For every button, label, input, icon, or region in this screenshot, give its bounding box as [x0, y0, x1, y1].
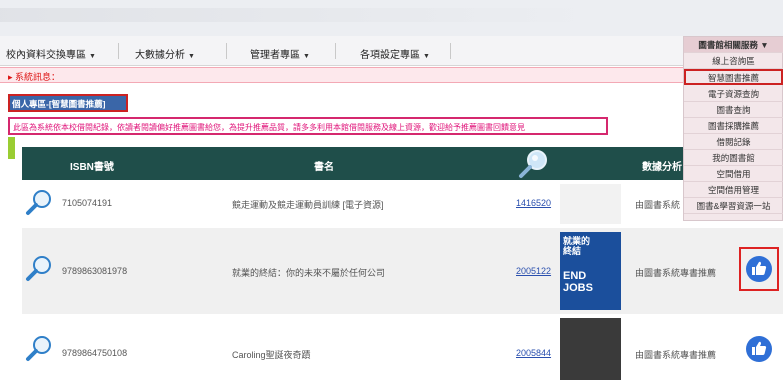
isbn-value: 7105074191 — [62, 198, 113, 208]
nav-divider — [118, 43, 119, 59]
nav-label: 校內資料交換專區 — [6, 50, 86, 61]
menu-item-my-library[interactable]: 我的圖書館 — [684, 150, 783, 166]
isbn-value: 9789863081978 — [62, 266, 128, 276]
caret-down-icon: ▼ — [303, 53, 310, 60]
menu-item-space-booking[interactable]: 空間借用 — [684, 166, 783, 182]
nav-label: 各項設定專區 — [360, 50, 420, 61]
recommendation-notice: 此區為系統依本校借閱紀錄，依讀者閱讀偏好推薦圖書給您，為提升推薦品質，請多多利用… — [8, 117, 608, 135]
cover-title: 就業的 終結 — [563, 236, 591, 256]
caret-down-icon: ▼ — [89, 53, 96, 60]
nav-label: 大數據分析 — [135, 50, 185, 61]
book-title: 競走運動及競走運動員訓練 [電子資源] — [232, 200, 384, 210]
menu-item-online-consult[interactable]: 線上咨詢區 — [684, 53, 783, 69]
menu-item-borrow-record[interactable]: 借閱記錄 — [684, 134, 783, 150]
nav-item-settings[interactable]: 各項設定專區 ▼ — [360, 46, 430, 61]
magnifier-icon[interactable] — [24, 334, 54, 367]
menu-item-one-stop[interactable]: 圖書&學習資源一站 — [684, 198, 783, 214]
table-header: ISBN書號 書名 數據分析 — [22, 147, 783, 180]
table-row: 9789863081978 就業的終結：你的未來不屬於任何公司 2005122 … — [22, 228, 783, 314]
nav-divider — [335, 43, 336, 59]
triangle-icon: ▸ — [8, 72, 13, 82]
thumbs-up-icon — [752, 341, 767, 355]
header-source: 數據分析 — [642, 162, 682, 173]
call-number-link[interactable]: 2005844 — [516, 348, 551, 358]
caret-down-icon: ▼ — [423, 53, 430, 60]
source-text: 由圖書系統 — [635, 200, 681, 210]
call-number-link[interactable]: 1416520 — [516, 198, 551, 208]
menu-item-smart-recommend[interactable]: 智慧圖書推薦 — [684, 69, 783, 85]
nav-item-admin[interactable]: 管理者專區 ▼ — [250, 46, 310, 61]
banner-fade — [0, 8, 600, 22]
book-title: Caroling聖誕夜奇蹟 — [232, 350, 311, 360]
magnifier-icon[interactable] — [24, 188, 54, 221]
book-cover — [560, 318, 621, 380]
source-text: 由圖書系統專書推薦 — [635, 268, 717, 278]
menu-item-e-resources[interactable]: 電子資源查詢 — [684, 86, 783, 102]
source-text: 由圖書系統專書推薦 — [635, 350, 717, 360]
nav-divider — [450, 43, 451, 59]
recommendation-table: ISBN書號 書名 數據分析 7105074191 競走運動及競走運動員訓練 [… — [22, 147, 783, 383]
system-message-text: 系統訊息： — [15, 72, 61, 82]
table-row: 7105074191 競走運動及競走運動員訓練 [電子資源] 1416520 由… — [22, 180, 783, 228]
nav-item-big-data[interactable]: 大數據分析 ▼ — [135, 46, 195, 61]
thumbs-up-button[interactable] — [746, 256, 772, 282]
nav-divider — [226, 43, 227, 59]
nav-item-data-exchange[interactable]: 校內資料交換專區 ▼ — [6, 46, 96, 61]
book-cover-placeholder — [560, 184, 621, 224]
main-nav: 校內資料交換專區 ▼ 大數據分析 ▼ 管理者專區 ▼ 各項設定專區 ▼ — [0, 36, 783, 66]
isbn-value: 9789864750108 — [62, 348, 128, 358]
thumbs-up-icon — [752, 261, 767, 275]
nav-label: 管理者專區 — [250, 50, 300, 61]
magnifier-icon[interactable] — [24, 254, 54, 287]
menu-item-purchase-recommend[interactable]: 圖書採購推薦 — [684, 118, 783, 134]
caret-down-icon: ▼ — [188, 53, 195, 60]
header-title: 書名 — [314, 162, 334, 173]
header-isbn: ISBN書號 — [70, 162, 114, 173]
side-accent-bar — [8, 137, 15, 159]
menu-item-book-search[interactable]: 圖書查詢 — [684, 102, 783, 118]
search-icon[interactable] — [516, 147, 550, 183]
cover-subtitle: END JOBS — [563, 270, 593, 294]
menu-header[interactable]: 圖書館相關服務 ▼ — [684, 37, 783, 53]
library-services-menu: 圖書館相關服務 ▼ 線上咨詢區 智慧圖書推薦 電子資源查詢 圖書查詢 圖書採購推… — [683, 36, 783, 221]
call-number-link[interactable]: 2005122 — [516, 266, 551, 276]
system-message: ▸ 系統訊息： — [0, 67, 690, 83]
breadcrumb[interactable]: 個人專區-[智慧圖書推薦] — [8, 94, 128, 112]
book-title: 就業的終結：你的未來不屬於任何公司 — [232, 268, 386, 278]
table-row: 9789864750108 Caroling聖誕夜奇蹟 2005844 由圖書系… — [22, 314, 783, 383]
book-cover: 就業的 終結 END JOBS — [560, 232, 621, 310]
menu-item-space-management[interactable]: 空間借用管理 — [684, 182, 783, 198]
top-banner — [0, 0, 783, 36]
thumbs-up-button[interactable] — [746, 336, 772, 362]
